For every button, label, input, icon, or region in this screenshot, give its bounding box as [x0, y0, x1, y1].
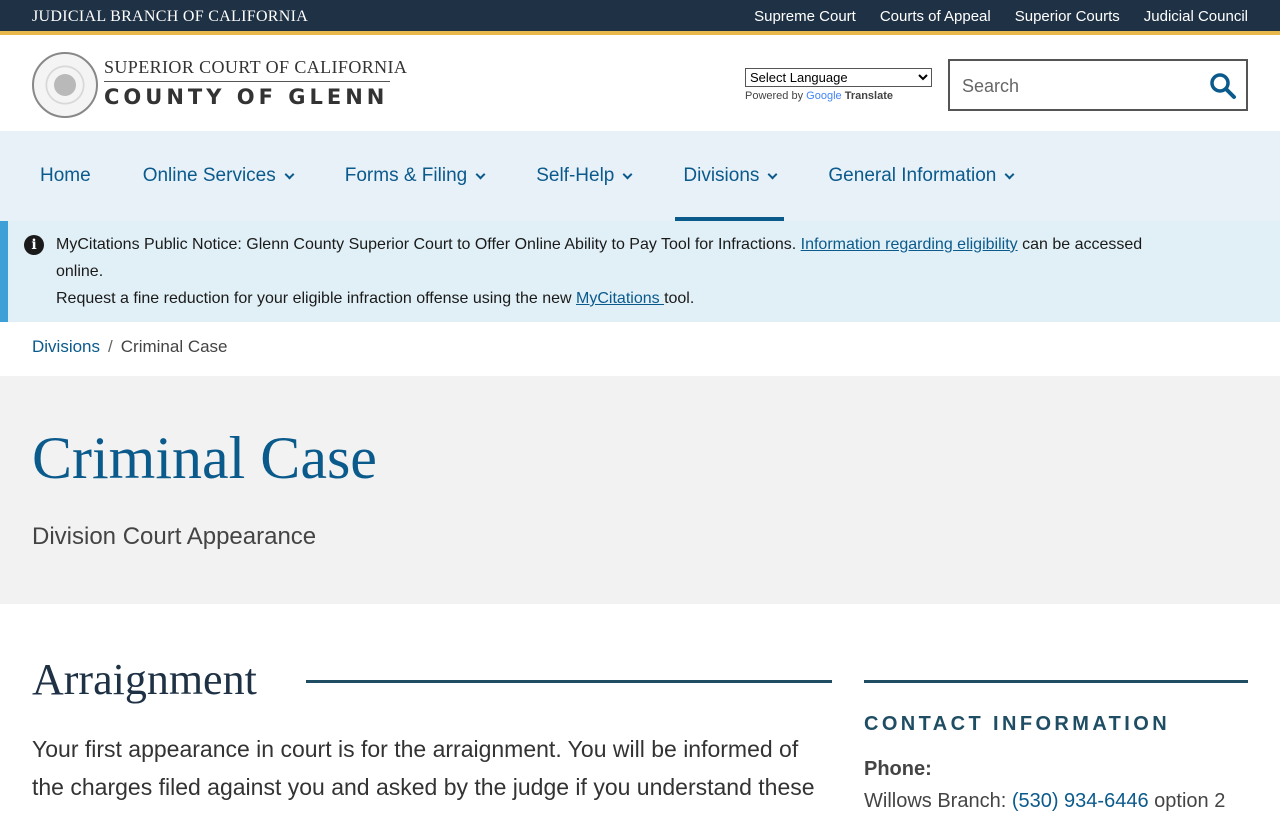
search-box — [948, 59, 1248, 111]
superior-courts-link[interactable]: Superior Courts — [1015, 8, 1120, 25]
sidebar-rule — [864, 680, 1248, 683]
nav-label: Online Services — [142, 165, 276, 186]
judicial-council-link[interactable]: Judicial Council — [1144, 8, 1248, 25]
notice-text: MyCitations Public Notice: Glenn County … — [56, 231, 1146, 312]
judicial-branch-link[interactable]: JUDICIAL BRANCH OF CALIFORNIA — [32, 8, 308, 26]
translate-link[interactable]: Translate — [845, 90, 893, 102]
court-seal-logo[interactable] — [32, 52, 98, 118]
notice-text-part4: tool. — [664, 290, 695, 307]
chevron-down-icon — [622, 169, 633, 179]
mycitations-link[interactable]: MyCitations — [576, 290, 664, 307]
nav-item-general-information[interactable]: General Information — [820, 131, 1021, 221]
phone-label: Phone: — [864, 758, 932, 780]
phone-option: option 2 — [1148, 790, 1226, 812]
nav-label: Home — [40, 165, 91, 186]
contact-information-title: CONTACT INFORMATION — [864, 713, 1171, 735]
search-icon — [1210, 73, 1236, 99]
nav-item-self-help[interactable]: Self-Help — [528, 131, 639, 221]
main-navigation: Home Online Services Forms & Filing Self… — [0, 131, 1280, 221]
court-name-line1: SUPERIOR COURT OF CALIFORNIA — [104, 57, 408, 77]
nav-item-online-services[interactable]: Online Services — [135, 131, 301, 221]
chevron-down-icon — [1004, 169, 1015, 179]
breadcrumb-current: Criminal Case — [120, 337, 228, 356]
section-heading-arraignment: Arraignment — [32, 655, 257, 704]
site-header: SUPERIOR COURT OF CALIFORNIA COUNTY OF G… — [0, 39, 1280, 131]
notice-text-part3: Request a fine reduction for your eligib… — [56, 290, 577, 307]
phone-line: Willows Branch: (530) 934-6446 option 2 — [864, 790, 1225, 813]
breadcrumb: Divisions / Criminal Case — [32, 337, 228, 357]
powered-by-google: Powered by Google Translate — [745, 90, 932, 102]
public-notice-banner: i MyCitations Public Notice: Glenn Count… — [0, 221, 1280, 322]
nav-label: Forms & Filing — [344, 165, 468, 186]
court-name-line2: COUNTY OF GLENN — [104, 85, 389, 109]
court-name-logo[interactable]: SUPERIOR COURT OF CALIFORNIA COUNTY OF G… — [104, 57, 408, 109]
court-name-divider — [104, 81, 390, 82]
nav-label: Self-Help — [536, 165, 615, 186]
page-subtitle: Division Court Appearance — [32, 523, 317, 550]
nav-label: General Information — [828, 165, 997, 186]
powered-by-text: Powered by — [745, 90, 804, 102]
courts-of-appeal-link[interactable]: Courts of Appeal — [880, 8, 991, 25]
page-title: Criminal Case — [32, 425, 377, 491]
top-links: Supreme Court Courts of Appeal Superior … — [754, 8, 1248, 25]
language-select[interactable]: Select Language — [745, 68, 932, 87]
google-logo-text[interactable]: Google — [806, 90, 841, 102]
chevron-down-icon — [284, 169, 295, 179]
supreme-court-link[interactable]: Supreme Court — [754, 8, 856, 25]
nav-label: Divisions — [683, 165, 760, 186]
search-button[interactable] — [1208, 71, 1238, 101]
info-icon: i — [24, 235, 44, 255]
breadcrumb-separator: / — [108, 337, 113, 356]
google-translate-widget: Select Language Powered by Google Transl… — [745, 68, 932, 102]
search-input[interactable] — [962, 73, 1202, 99]
nav-item-forms-filing[interactable]: Forms & Filing — [337, 131, 492, 221]
chevron-down-icon — [475, 169, 486, 179]
nav-item-home[interactable]: Home — [32, 131, 99, 221]
section-heading-rule — [306, 680, 832, 683]
phone-branch-label: Willows Branch: — [864, 790, 1012, 812]
top-bar: JUDICIAL BRANCH OF CALIFORNIA Supreme Co… — [0, 0, 1280, 35]
breadcrumb-divisions-link[interactable]: Divisions — [32, 337, 100, 356]
eligibility-info-link[interactable]: Information regarding eligibility — [801, 236, 1018, 253]
phone-number-link[interactable]: (530) 934-6446 — [1012, 790, 1149, 812]
nav-item-divisions[interactable]: Divisions — [675, 131, 785, 221]
page-hero: Criminal Case Division Court Appearance — [0, 376, 1280, 604]
arraignment-paragraph: Your first appearance in court is for th… — [32, 736, 815, 800]
chevron-down-icon — [767, 169, 778, 179]
notice-text-part1: MyCitations Public Notice: Glenn County … — [56, 236, 801, 253]
